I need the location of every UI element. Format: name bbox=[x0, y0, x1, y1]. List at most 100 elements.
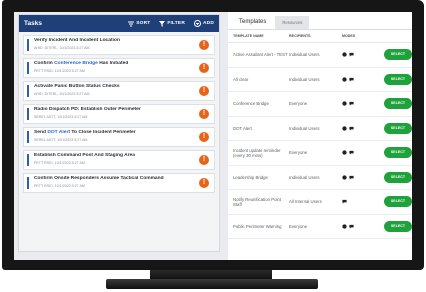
select-button[interactable]: SELECT bbox=[384, 196, 412, 208]
task-item[interactable]: Confirm Onsite Responders Assume Tactica… bbox=[23, 173, 215, 193]
task-drag-handle[interactable] bbox=[27, 85, 29, 97]
table-header: TEMPLATE NAME RECIPIENTS MODES bbox=[228, 30, 412, 43]
table-row[interactable]: Leadership Bridge Individual Users SELEC… bbox=[228, 166, 412, 190]
task-item[interactable]: Verify Incident And Incident Location AH… bbox=[23, 35, 215, 55]
table-row[interactable]: Public Perimeter Warning Everyone SELECT bbox=[228, 215, 412, 239]
task-drag-handle[interactable] bbox=[27, 108, 29, 120]
template-modes bbox=[342, 150, 384, 155]
alert-icon[interactable]: ! bbox=[199, 132, 209, 142]
task-title: Activate Panic Button Status Checks bbox=[34, 84, 120, 89]
alert-icon[interactable]: ! bbox=[199, 40, 209, 50]
task-item[interactable]: Activate Panic Button Status Checks AHID… bbox=[23, 81, 215, 101]
task-title-text: To Close Incident Perimeter bbox=[69, 130, 136, 135]
column-header-modes[interactable]: MODES bbox=[342, 34, 384, 38]
alert-icon[interactable]: ! bbox=[199, 178, 209, 188]
tab-bar: Templates Resources bbox=[228, 12, 412, 30]
template-name: Active Assailant Alert - TEST bbox=[233, 52, 288, 58]
select-button[interactable]: SELECT bbox=[384, 49, 412, 61]
task-title: Establish Command Post And Staging Area bbox=[34, 153, 135, 158]
select-button[interactable]: SELECT bbox=[384, 73, 412, 85]
templates-panel: Templates Resources TEMPLATE NAME RECIPI… bbox=[228, 12, 412, 260]
task-drag-handle[interactable] bbox=[27, 154, 29, 166]
task-item[interactable]: Establish Command Post And Staging Area … bbox=[23, 150, 215, 170]
task-item[interactable]: Confirm Conference Bridge Has Initiated … bbox=[23, 58, 215, 78]
template-modes bbox=[342, 77, 384, 82]
chat-icon bbox=[349, 151, 354, 155]
chat-icon bbox=[349, 224, 354, 229]
task-meta: PETT RSID, 10/1/2023 5:27 AM bbox=[34, 183, 85, 188]
task-meta: SEREL ASTT, 10/1/2023 5:27 AM bbox=[34, 114, 88, 119]
table-row[interactable]: Active Assailant Alert - TEST Individual… bbox=[228, 43, 412, 68]
template-recipients: Everyone bbox=[289, 150, 308, 156]
monitor-bezel: Tasks SORT FILTER ADD Verify Incident An… bbox=[2, 0, 424, 270]
monitor-stand-neck bbox=[150, 270, 272, 279]
task-title: Radio Dispatch PD: Establish Outer Perim… bbox=[34, 107, 141, 112]
email-icon bbox=[342, 77, 347, 82]
email-icon bbox=[342, 150, 347, 155]
filter-button[interactable]: FILTER bbox=[159, 20, 185, 27]
task-title: Confirm Conference Bridge Has Initiated bbox=[34, 61, 196, 66]
column-header-recipients[interactable]: RECIPIENTS bbox=[289, 34, 342, 38]
task-drag-handle[interactable] bbox=[27, 131, 29, 143]
template-modes bbox=[342, 175, 384, 180]
template-name: Conference Bridge bbox=[233, 101, 269, 107]
filter-icon bbox=[159, 20, 166, 27]
chat-icon bbox=[342, 200, 347, 204]
alert-icon[interactable]: ! bbox=[199, 155, 209, 165]
sort-button[interactable]: SORT bbox=[128, 21, 150, 27]
task-drag-handle[interactable] bbox=[27, 39, 29, 51]
template-recipients: All Internal Users bbox=[289, 199, 322, 205]
task-title-link[interactable]: DOT Alert bbox=[47, 130, 70, 135]
task-meta: SEREL ASTT, 10/1/2023 5:27 AM bbox=[34, 137, 88, 142]
chat-icon bbox=[349, 102, 354, 106]
table-row[interactable]: DOT Alert Individual Users SELECT bbox=[228, 117, 412, 141]
task-item[interactable]: Radio Dispatch PD: Establish Outer Perim… bbox=[23, 104, 215, 124]
template-name: Notify Reunification Point Staff bbox=[233, 196, 282, 207]
template-modes bbox=[342, 101, 384, 106]
task-meta: PETT RSID, 10/1/2023 5:27 AM bbox=[34, 160, 85, 165]
template-name: Incident update reminder (every 30 mins) bbox=[233, 147, 281, 158]
task-list: Verify Incident And Incident Location AH… bbox=[19, 32, 219, 199]
sort-icon bbox=[128, 21, 135, 26]
add-button[interactable]: ADD bbox=[194, 20, 214, 27]
email-icon bbox=[342, 175, 347, 180]
task-title: Verify Incident And Incident Location bbox=[34, 38, 120, 43]
alert-icon[interactable]: ! bbox=[199, 63, 209, 73]
sort-label: SORT bbox=[136, 21, 151, 26]
alert-icon[interactable]: ! bbox=[199, 109, 209, 119]
template-recipients: Individual Users bbox=[289, 52, 320, 58]
template-name: DOT Alert bbox=[233, 125, 252, 131]
add-circle-icon bbox=[194, 20, 201, 27]
task-meta: AHID: DITERL, 10/1/2023 5:27 AM bbox=[34, 45, 90, 50]
template-recipients: Everyone bbox=[289, 101, 308, 107]
tasks-header: Tasks SORT FILTER ADD bbox=[19, 15, 219, 32]
chat-icon bbox=[349, 175, 354, 180]
select-button[interactable]: SELECT bbox=[384, 122, 412, 134]
tab-templates[interactable]: Templates bbox=[232, 16, 274, 29]
chat-icon bbox=[349, 53, 354, 57]
email-icon bbox=[342, 52, 347, 57]
task-title-link[interactable]: Conference Bridge bbox=[54, 61, 98, 66]
chat-icon bbox=[349, 77, 354, 82]
table-row[interactable]: Conference Bridge Everyone SELECT bbox=[228, 92, 412, 117]
select-button[interactable]: SELECT bbox=[384, 147, 412, 159]
table-row[interactable]: All clear Individual Users SELECT bbox=[228, 68, 412, 92]
task-drag-handle[interactable] bbox=[27, 62, 29, 74]
tab-resources[interactable]: Resources bbox=[275, 16, 310, 29]
table-row[interactable]: Notify Reunification Point Staff All Int… bbox=[228, 190, 412, 215]
column-header-name[interactable]: TEMPLATE NAME bbox=[233, 34, 289, 38]
task-title-text: Has Initiated bbox=[97, 61, 129, 66]
template-name: Leadership Bridge bbox=[233, 174, 268, 180]
table-row[interactable]: Incident update reminder (every 30 mins)… bbox=[228, 141, 412, 166]
task-drag-handle[interactable] bbox=[27, 177, 29, 189]
chat-icon bbox=[349, 126, 354, 131]
email-icon bbox=[342, 224, 347, 229]
task-title-text: Confirm bbox=[34, 61, 55, 66]
template-modes bbox=[342, 52, 384, 57]
select-button[interactable]: SELECT bbox=[384, 171, 412, 183]
alert-icon[interactable]: ! bbox=[199, 86, 209, 96]
select-button[interactable]: SELECT bbox=[384, 220, 412, 232]
select-button[interactable]: SELECT bbox=[384, 98, 412, 110]
template-modes bbox=[342, 199, 384, 204]
task-item[interactable]: Send DOT Alert To Close Incident Perimet… bbox=[23, 127, 215, 147]
